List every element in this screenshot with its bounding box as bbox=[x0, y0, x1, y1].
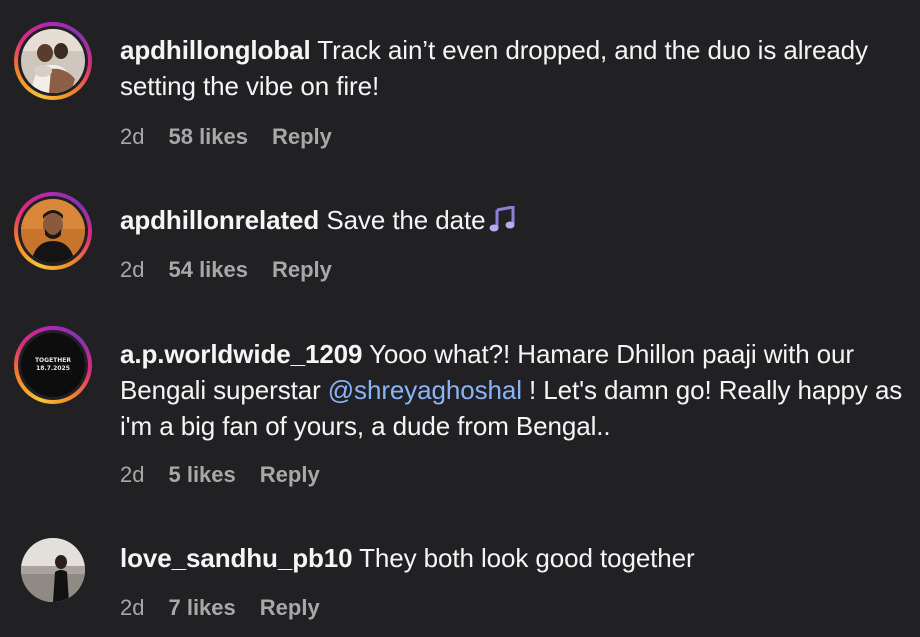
likes-count[interactable]: 54 likes bbox=[168, 257, 248, 283]
comment-time[interactable]: 2d bbox=[120, 257, 144, 283]
comment-meta: 2d 5 likes Reply bbox=[120, 462, 344, 488]
likes-count[interactable]: 58 likes bbox=[168, 124, 248, 150]
comment-username[interactable]: love_sandhu_pb10 bbox=[120, 543, 353, 573]
likes-count[interactable]: 7 likes bbox=[168, 595, 235, 621]
story-ring-avatar[interactable] bbox=[14, 22, 92, 100]
reply-button[interactable]: Reply bbox=[272, 124, 332, 150]
comment-time[interactable]: 2d bbox=[120, 462, 144, 488]
comment-body: They both look good together bbox=[359, 543, 695, 573]
comment-text: a.p.worldwide_1209 Yooo what?! Hamare Dh… bbox=[120, 336, 910, 444]
avatar bbox=[21, 199, 85, 263]
comment-meta: 2d 54 likes Reply bbox=[120, 257, 356, 283]
musical-notes-icon bbox=[489, 205, 517, 241]
story-ring-avatar[interactable] bbox=[14, 192, 92, 270]
avatar[interactable] bbox=[21, 538, 85, 602]
likes-count[interactable]: 5 likes bbox=[168, 462, 235, 488]
avatar-text-date: 18.7.2025 bbox=[36, 365, 70, 372]
reply-button[interactable]: Reply bbox=[260, 462, 320, 488]
reply-button[interactable]: Reply bbox=[260, 595, 320, 621]
comment-meta: 2d 7 likes Reply bbox=[120, 595, 344, 621]
avatar-text-title: TOGETHER bbox=[34, 357, 72, 364]
avatar bbox=[21, 29, 85, 93]
comment-username[interactable]: apdhillonrelated bbox=[120, 205, 319, 235]
mention-link[interactable]: @shreyaghoshal bbox=[328, 375, 522, 405]
comment-text: apdhillonrelated Save the date bbox=[120, 202, 910, 241]
avatar: TOGETHER 18.7.2025 bbox=[21, 333, 85, 397]
comment-username[interactable]: a.p.worldwide_1209 bbox=[120, 339, 363, 369]
comment-text: apdhillonglobal Track ain’t even dropped… bbox=[120, 32, 910, 104]
comment-username[interactable]: apdhillonglobal bbox=[120, 35, 311, 65]
reply-button[interactable]: Reply bbox=[272, 257, 332, 283]
comment-text: love_sandhu_pb10 They both look good tog… bbox=[120, 540, 910, 576]
comment-time[interactable]: 2d bbox=[120, 595, 144, 621]
comment-body: Save the date bbox=[326, 205, 486, 235]
comment-meta: 2d 58 likes Reply bbox=[120, 124, 356, 150]
comment-time[interactable]: 2d bbox=[120, 124, 144, 150]
story-ring-avatar[interactable]: TOGETHER 18.7.2025 bbox=[14, 326, 92, 404]
